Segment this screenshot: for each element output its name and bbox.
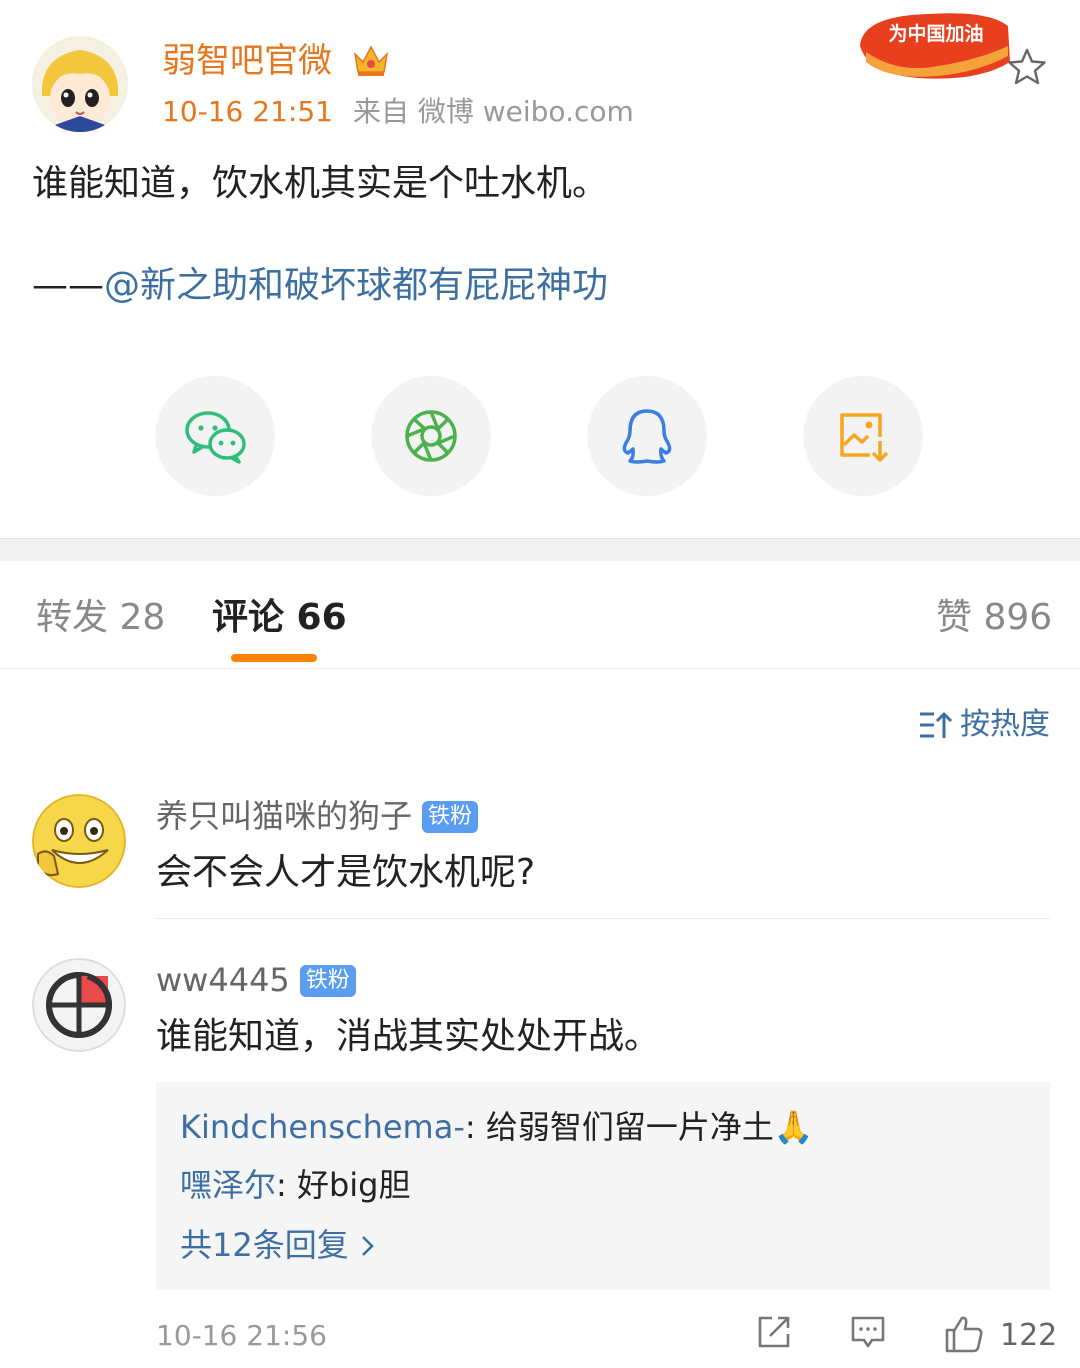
share-icon [758,1316,790,1348]
qq-icon [622,409,672,464]
sort-icon [920,712,952,738]
quote-mention-link[interactable]: @新之助和破坏球都有屁屁神功 [104,265,608,306]
post-quote: ——@新之助和破坏球都有屁屁神功 [32,260,608,312]
section-divider [0,538,1080,561]
reply-text: : 给弱智们留一片净土🙏 [464,1108,814,1146]
more-replies-link[interactable]: 共12条回复 [180,1222,377,1268]
tab-active-indicator [231,654,317,662]
like-comment-button[interactable] [944,1314,984,1358]
comment-like-count: 122 [1000,1318,1058,1353]
comment-user-name[interactable]: 养只叫猫咪的狗子 [156,797,412,835]
post-time: 10-16 21:51 [162,95,333,128]
tab-likes[interactable]: 赞 896 [936,592,1052,644]
post-content: 谁能知道，饮水机其实是个吐水机。 [32,163,609,204]
post-source: 来自 微博 weibo.com [352,95,634,128]
commenter-avatar[interactable] [32,958,126,1052]
post-meta: 10-16 21:51 来自 微博 weibo.com [162,94,634,130]
tabs-divider [0,668,1080,669]
reply-comment-button[interactable] [850,1314,886,1354]
save-image-icon [840,413,889,462]
reply-username[interactable]: 嘿泽尔 [180,1166,276,1204]
favorite-star-icon[interactable] [1006,46,1048,92]
share-qq-button[interactable] [587,376,707,496]
comment-time: 10-16 21:56 [156,1319,327,1352]
wechat-icon [185,411,246,464]
comment-text: 会不会人才是饮水机呢? [156,852,536,893]
tab-comments[interactable]: 评论 66 [212,592,347,644]
tab-repost[interactable]: 转发 28 [36,592,165,644]
chevron-right-icon [361,1236,374,1256]
fan-badge: 铁粉 [299,965,356,997]
cheer-china-badge: 为中国加油 [858,6,1014,90]
more-replies-label: 共12条回复 [180,1226,359,1264]
comment-username[interactable]: 养只叫猫咪的狗子 铁粉 [156,794,479,838]
comment-text: 谁能知道，消战其实处处开战。 [156,1016,661,1057]
save-image-button[interactable] [803,376,923,496]
reply-username[interactable]: Kindchenschema- [180,1108,465,1146]
crown-icon [352,42,390,82]
reply-item[interactable]: 嘿泽尔: 好big胆 [180,1162,411,1208]
sort-by-hot-button[interactable]: 按热度 [918,704,1050,746]
share-moments-button[interactable] [371,376,491,496]
commenter-avatar[interactable] [32,794,126,888]
fan-badge: 铁粉 [422,801,479,833]
repost-comment-button[interactable] [756,1314,792,1354]
comment-user-name[interactable]: ww4445 [156,961,290,999]
sort-label: 按热度 [960,707,1050,742]
moments-icon [405,410,457,462]
reply-text: : 好big胆 [276,1166,411,1204]
thumbs-up-icon [945,1316,983,1353]
replies-box[interactable]: Kindchenschema-: 给弱智们留一片净土🙏 嘿泽尔: 好big胆 共… [156,1082,1050,1290]
author-name[interactable]: 弱智吧官微 [162,38,332,84]
quote-dash: —— [32,265,104,306]
share-wechat-button[interactable] [155,376,275,496]
reply-item[interactable]: Kindchenschema-: 给弱智们留一片净土🙏 [180,1104,814,1150]
comment-username[interactable]: ww4445 铁粉 [156,958,356,1002]
comment-separator [156,918,1050,919]
cheer-badge-text: 为中国加油 [888,22,983,45]
author-avatar[interactable] [32,36,128,132]
comment-icon [851,1316,885,1348]
